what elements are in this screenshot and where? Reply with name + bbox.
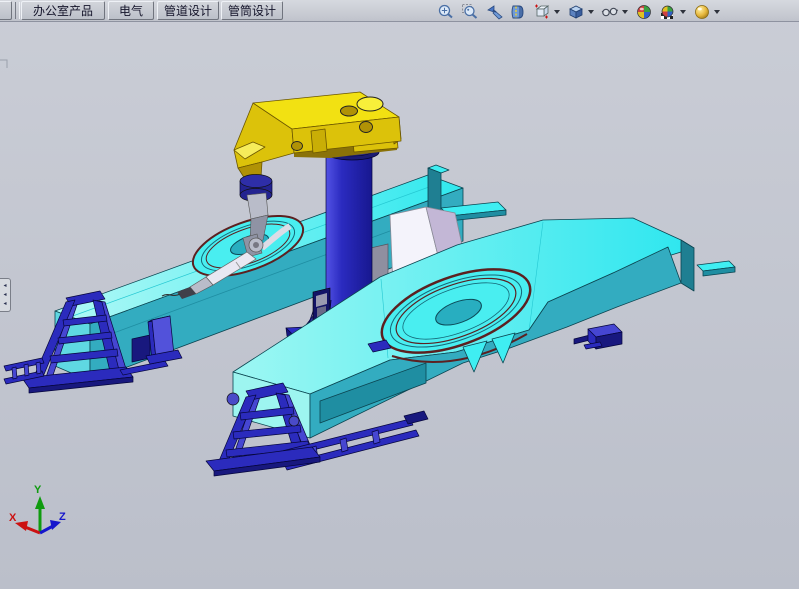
view-settings-icon [693, 3, 711, 21]
view-orientation-icon [533, 3, 551, 21]
display-style-icon [567, 3, 585, 21]
zoom-to-area-button[interactable] [461, 3, 479, 21]
display-style-button[interactable] [567, 3, 585, 21]
view-settings-dropdown[interactable] [714, 10, 720, 14]
tab-partial-clip: 估 [0, 0, 13, 21]
tab-tubing-design[interactable]: 管筒设计 [221, 1, 283, 20]
edit-appearance-icon [635, 3, 653, 21]
view-orientation-dropdown[interactable] [554, 10, 560, 14]
tab-partial[interactable]: 估 [0, 1, 12, 20]
tab-piping-design[interactable]: 管道设计 [157, 1, 219, 20]
section-view-button[interactable] [509, 3, 527, 21]
zoom-to-area-icon [461, 3, 479, 21]
tab-piping-design-label: 管道设计 [164, 2, 212, 19]
hide-show-items-icon [601, 3, 619, 21]
previous-view-icon [485, 3, 503, 21]
z-axis-label: Z [59, 511, 66, 523]
tab-electrical-label: 电气 [119, 2, 143, 19]
solidworks-window: Y X Z 估 办公室产品 电气 管道设计 管筒设计 [0, 0, 799, 589]
apply-scene-icon [659, 3, 677, 21]
heads-up-view-toolbar [437, 2, 727, 21]
edit-appearance-button[interactable] [635, 3, 653, 21]
hide-show-items-button[interactable] [601, 3, 619, 21]
apply-scene-button[interactable] [659, 3, 677, 21]
tab-office-products-label: 办公室产品 [33, 2, 93, 19]
expander-arrow-icon: ◂ [3, 282, 6, 291]
display-style-dropdown[interactable] [588, 10, 594, 14]
zoom-to-fit-icon [437, 3, 455, 21]
previous-view-button[interactable] [485, 3, 503, 21]
feature-panel-expander[interactable]: ◂ ◂ ◂ [0, 278, 11, 312]
hide-show-items-dropdown[interactable] [622, 10, 628, 14]
tab-electrical[interactable]: 电气 [108, 1, 154, 20]
zoom-to-fit-button[interactable] [437, 3, 455, 21]
x-axis-label: X [9, 512, 17, 524]
view-settings-button[interactable] [693, 3, 711, 21]
expander-arrow-icon: ◂ [3, 291, 6, 300]
y-axis-label: Y [34, 484, 42, 496]
apply-scene-dropdown[interactable] [680, 10, 686, 14]
view-orientation-button[interactable] [533, 3, 551, 21]
tab-separator [15, 2, 20, 19]
expander-arrow-icon: ◂ [3, 300, 6, 309]
viewport-3d[interactable]: Y X Z [0, 0, 799, 589]
section-view-icon [509, 3, 527, 21]
tab-tubing-design-label: 管筒设计 [228, 2, 276, 19]
command-tab-bar: 估 办公室产品 电气 管道设计 管筒设计 [0, 0, 799, 22]
tab-office-products[interactable]: 办公室产品 [21, 1, 105, 20]
